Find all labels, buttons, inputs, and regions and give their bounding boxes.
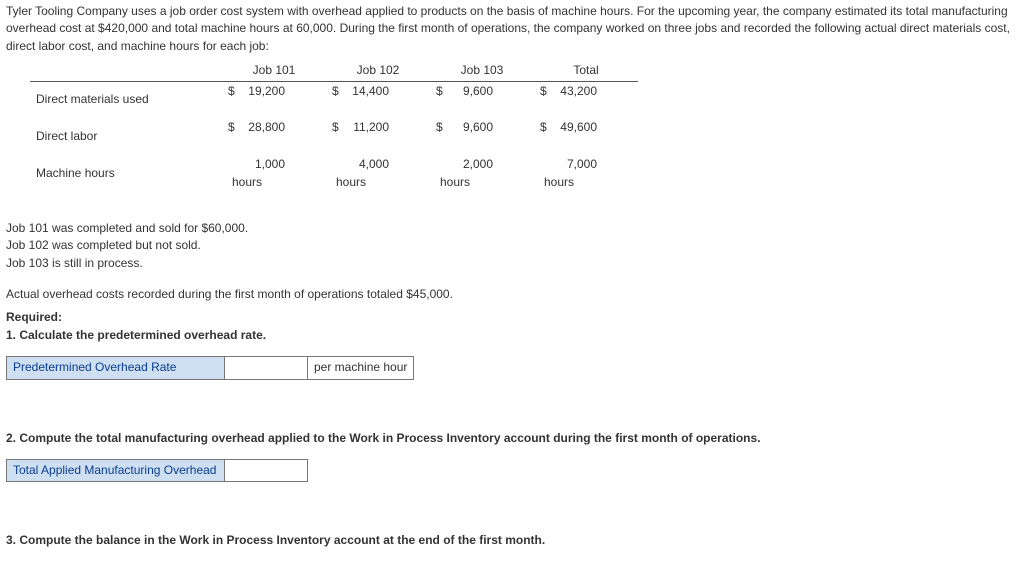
col-header: Job 103 (430, 61, 534, 81)
row-label: Direct labor (30, 118, 222, 155)
job-status: Job 101 was completed and sold for $60,0… (6, 220, 1016, 237)
table-row: Machine hours 1,000hours 4,000hours 2,00… (30, 155, 638, 192)
question-1: 1. Calculate the predetermined overhead … (6, 327, 1016, 344)
intro-paragraph: Tyler Tooling Company uses a job order c… (6, 3, 1016, 55)
answer-1-row: Predetermined Overhead Rate per machine … (6, 356, 414, 379)
answer-1-unit: per machine hour (308, 357, 414, 379)
table-row: Direct materials used $19,200 $14,400 $9… (30, 81, 638, 118)
question-3: 3. Compute the balance in the Work in Pr… (6, 532, 1016, 549)
col-header: Job 101 (222, 61, 326, 81)
col-header: Job 102 (326, 61, 430, 81)
answer-2-row: Total Applied Manufacturing Overhead (6, 459, 308, 482)
job-status-block: Job 101 was completed and sold for $60,0… (6, 220, 1016, 272)
table-row: Direct labor $28,800 $11,200 $9,600 $49,… (30, 118, 638, 155)
job-cost-table: Job 101 Job 102 Job 103 Total Direct mat… (30, 61, 638, 192)
row-label: Machine hours (30, 155, 222, 192)
page-content: Tyler Tooling Company uses a job order c… (0, 0, 1022, 556)
answer-2-label: Total Applied Manufacturing Overhead (7, 460, 225, 482)
required-heading: Required: (6, 309, 1016, 326)
job-status: Job 103 is still in process. (6, 255, 1016, 272)
col-header: Total (534, 61, 638, 81)
answer-2-input[interactable] (225, 460, 308, 482)
answer-1-input[interactable] (225, 357, 308, 379)
question-2: 2. Compute the total manufacturing overh… (6, 430, 1016, 447)
actual-overhead-note: Actual overhead costs recorded during th… (6, 286, 1016, 303)
row-label: Direct materials used (30, 81, 222, 118)
answer-1-label: Predetermined Overhead Rate (7, 357, 225, 379)
job-status: Job 102 was completed but not sold. (6, 237, 1016, 254)
